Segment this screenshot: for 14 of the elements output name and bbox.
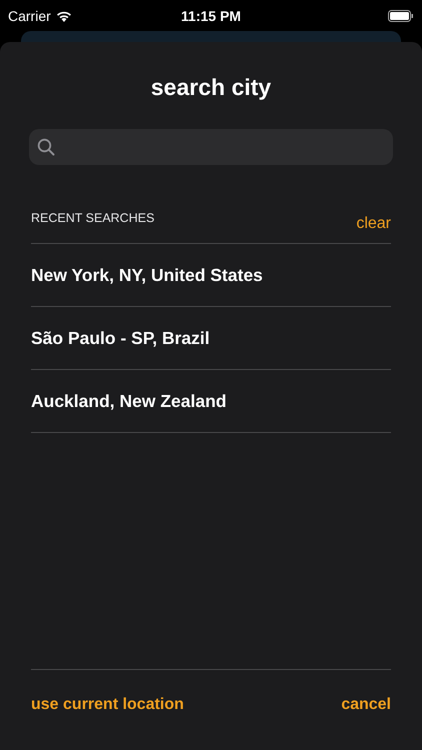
search-field[interactable]	[29, 129, 393, 165]
sheet-title: search city	[150, 74, 272, 101]
recent-search-item[interactable]: São Paulo - SP, Brazil	[31, 307, 391, 370]
search-icon	[37, 138, 55, 156]
recent-search-item[interactable]: Auckland, New Zealand	[31, 370, 391, 433]
current-location-button[interactable]: use current location	[31, 696, 184, 714]
battery-icon	[388, 10, 414, 22]
wifi-icon	[56, 10, 72, 22]
clock-label: 11:15 PM	[181, 8, 241, 24]
recent-search-item[interactable]: New York, NY, United States	[31, 244, 391, 307]
section-heading: RECENT SEARCHES	[31, 211, 154, 225]
carrier-label: Carrier	[8, 8, 51, 24]
cancel-button[interactable]: cancel	[341, 696, 391, 714]
clear-button[interactable]: clear	[356, 215, 391, 233]
